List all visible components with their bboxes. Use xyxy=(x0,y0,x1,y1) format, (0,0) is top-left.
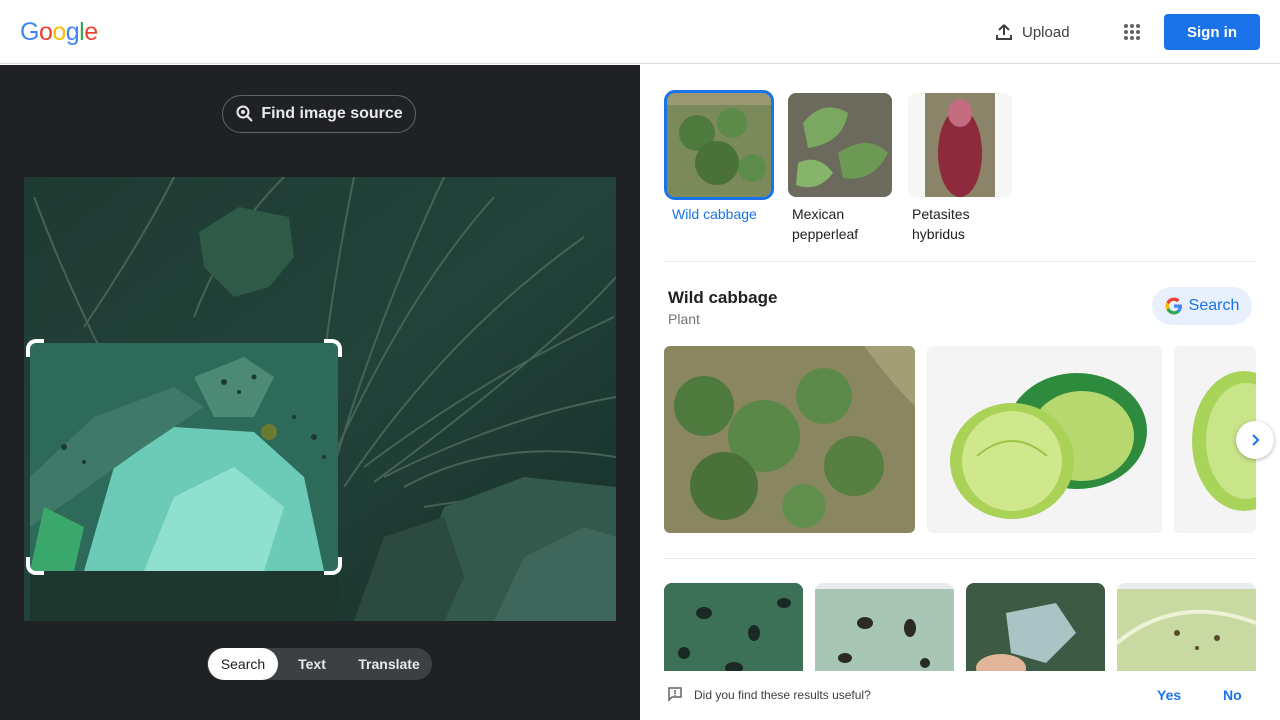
suggestion-label[interactable]: Mexican pepperleaf xyxy=(792,204,892,244)
chevron-right-icon xyxy=(1252,434,1260,446)
crop-handle-top-left[interactable] xyxy=(26,339,44,357)
suggestion-thumbnail[interactable] xyxy=(908,93,1012,197)
feedback-bar: Did you find these results useful? Yes N… xyxy=(640,671,1280,720)
visual-match-image[interactable] xyxy=(815,583,954,683)
crop-handle-top-right[interactable] xyxy=(324,339,342,357)
feedback-question: Did you find these results useful? xyxy=(694,688,871,702)
mode-translate-tab[interactable]: Translate xyxy=(346,648,432,680)
apps-grid-button[interactable] xyxy=(1114,14,1150,50)
logo-letter: o xyxy=(52,18,66,46)
mode-text-tab[interactable]: Text xyxy=(278,648,346,680)
apps-grid-icon xyxy=(1124,24,1140,40)
upload-label: Upload xyxy=(1022,23,1070,41)
results-panel: Wild cabbage Mexican pepperleaf Petasite… xyxy=(640,65,1280,720)
entity-subtitle: Plant xyxy=(668,311,700,327)
logo-letter: e xyxy=(84,18,98,46)
section-divider xyxy=(664,558,1256,559)
suggestion-label[interactable]: Petasites hybridus xyxy=(912,204,1012,244)
visual-match-image[interactable] xyxy=(1117,583,1256,683)
google-logo[interactable]: Google xyxy=(20,17,98,47)
crop-handle-bottom-left[interactable] xyxy=(26,557,44,575)
logo-letter: g xyxy=(65,18,80,46)
header: Google Upload Sign in xyxy=(0,0,1280,64)
suggestion-thumbnail[interactable] xyxy=(788,93,892,197)
feedback-icon xyxy=(668,687,682,702)
feedback-yes-button[interactable]: Yes xyxy=(1157,687,1181,703)
sign-in-button[interactable]: Sign in xyxy=(1164,14,1260,50)
upload-button[interactable]: Upload xyxy=(982,14,1082,50)
mode-search-tab[interactable]: Search xyxy=(208,648,278,680)
logo-letter: G xyxy=(20,18,39,46)
crop-selection[interactable] xyxy=(26,339,342,575)
upload-icon xyxy=(996,24,1012,40)
entity-search-button[interactable]: Search xyxy=(1152,287,1252,325)
lens-image-panel: Find image source Search Text Translate xyxy=(0,65,640,720)
google-g-icon xyxy=(1165,297,1182,315)
find-image-source-button[interactable]: Find image source xyxy=(222,95,416,133)
lens-search-icon xyxy=(236,105,254,122)
feedback-no-button[interactable]: No xyxy=(1223,687,1242,703)
logo-letter: o xyxy=(38,18,53,46)
mode-switcher: Search Text Translate xyxy=(207,648,432,680)
section-divider xyxy=(664,261,1256,262)
carousel-next-button[interactable] xyxy=(1236,421,1274,459)
suggestion-label[interactable]: Wild cabbage xyxy=(672,204,772,224)
suggestion-thumbnail[interactable] xyxy=(664,90,774,200)
entity-title: Wild cabbage xyxy=(668,288,778,307)
entity-image[interactable] xyxy=(927,346,1162,533)
visual-match-image[interactable] xyxy=(966,583,1105,683)
query-image[interactable] xyxy=(24,177,616,621)
visual-match-image[interactable] xyxy=(664,583,803,683)
entity-image[interactable] xyxy=(664,346,915,533)
entity-search-label: Search xyxy=(1188,297,1240,314)
find-image-source-label: Find image source xyxy=(261,105,403,122)
